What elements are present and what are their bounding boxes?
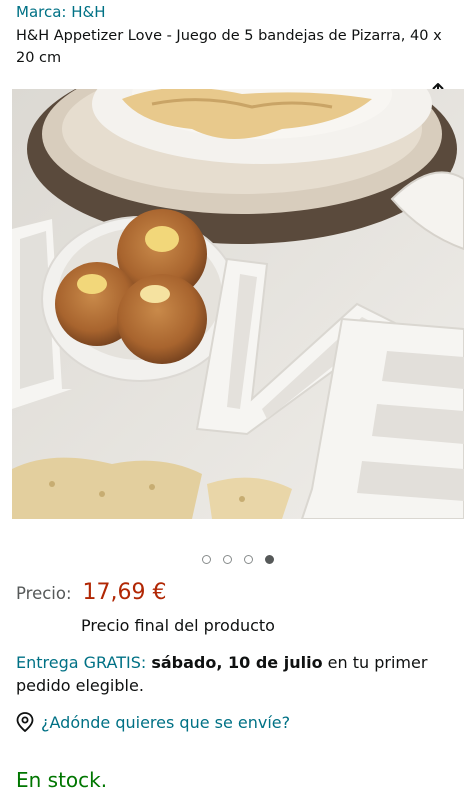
price-value: 17,69 € <box>82 580 167 605</box>
carousel-dot[interactable] <box>222 555 232 564</box>
delivery-location-link[interactable]: ¿Adónde quieres que se envíe? <box>16 712 290 732</box>
free-delivery-label[interactable]: Entrega GRATIS: <box>16 653 146 672</box>
location-label[interactable]: ¿Adónde quieres que se envíe? <box>41 713 290 732</box>
product-photo <box>12 89 464 519</box>
carousel-dot[interactable] <box>243 555 253 564</box>
location-pin-icon <box>16 712 34 732</box>
price-note: Precio final del producto <box>81 616 275 635</box>
carousel-dot[interactable] <box>201 555 211 564</box>
carousel-dot-active[interactable] <box>264 555 274 564</box>
product-title: H&H Appetizer Love - Juego de 5 bandejas… <box>16 28 442 66</box>
stock-status: En stock. <box>16 768 108 792</box>
brand-link[interactable]: Marca: H&H <box>16 3 106 21</box>
delivery-info: Entrega GRATIS: sábado, 10 de julio en t… <box>16 651 461 697</box>
price-row: Precio: 17,69 € <box>16 580 167 605</box>
price-label: Precio: <box>16 584 72 603</box>
image-carousel-dots <box>0 555 475 564</box>
delivery-date: sábado, 10 de julio <box>151 653 323 672</box>
product-image[interactable] <box>12 89 464 519</box>
